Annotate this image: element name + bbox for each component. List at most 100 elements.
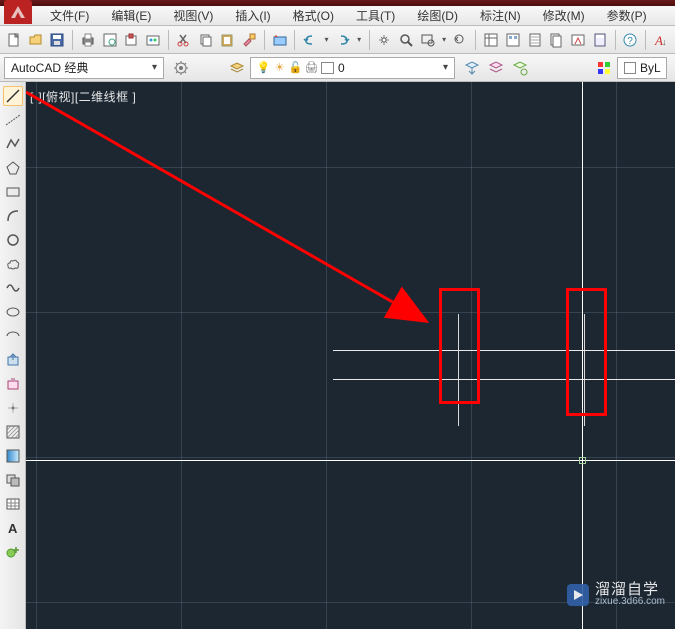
separator: [264, 30, 265, 50]
markup-icon[interactable]: [568, 29, 588, 51]
point-icon[interactable]: [3, 398, 23, 418]
menu-modify[interactable]: 修改(M): [533, 5, 595, 26]
gradient-icon[interactable]: [3, 446, 23, 466]
add-selected-icon[interactable]: [3, 542, 23, 562]
separator: [294, 30, 295, 50]
gridline: [26, 167, 675, 168]
highlight-rect-2: [566, 288, 607, 416]
zoom-realtime-icon[interactable]: [396, 29, 416, 51]
redo-icon[interactable]: [333, 29, 353, 51]
drawing-canvas[interactable]: [-][俯视][二维线框 ]: [26, 82, 675, 629]
workspace: A [-][俯视][二维线框 ]: [0, 82, 675, 629]
gridline: [181, 82, 182, 629]
tool-palettes-icon[interactable]: [525, 29, 545, 51]
circle-icon[interactable]: [3, 230, 23, 250]
menu-draw[interactable]: 绘图(D): [407, 5, 468, 26]
undo-icon[interactable]: [300, 29, 320, 51]
highlight-rect-1: [439, 288, 480, 404]
block-editor-icon[interactable]: [270, 29, 290, 51]
gridline: [36, 82, 37, 629]
sun-icon: ☀: [273, 61, 286, 74]
plot-icon: 🖨: [305, 61, 318, 74]
polyline-icon[interactable]: [3, 134, 23, 154]
menu-format[interactable]: 格式(O): [283, 5, 344, 26]
svg-text:A: A: [8, 521, 18, 536]
svg-text:?: ?: [628, 36, 634, 47]
draw-toolbar: A: [0, 82, 26, 629]
new-icon[interactable]: [4, 29, 24, 51]
text-style-icon[interactable]: A↓: [651, 29, 671, 51]
redo-dropdown-icon[interactable]: ▾: [355, 29, 364, 51]
layer-state-icons: 💡 ☀ 🔓 🖨: [257, 61, 338, 74]
color-value: ByL: [640, 61, 664, 75]
construction-line-icon[interactable]: [3, 110, 23, 130]
pick-box: [579, 457, 586, 464]
mtext-icon[interactable]: A: [3, 518, 23, 538]
design-center-icon[interactable]: [503, 29, 523, 51]
workspace-selector[interactable]: AutoCAD 经典 ▾: [4, 57, 164, 79]
menu-insert[interactable]: 插入(I): [225, 5, 280, 26]
table-icon[interactable]: [3, 494, 23, 514]
publish-icon[interactable]: [122, 29, 142, 51]
spline-icon[interactable]: [3, 278, 23, 298]
menu-edit[interactable]: 编辑(E): [101, 5, 161, 26]
zoom-dropdown-icon[interactable]: ▾: [440, 29, 449, 51]
hatch-icon[interactable]: [3, 422, 23, 442]
menubar: 文件(F) 编辑(E) 视图(V) 插入(I) 格式(O) 工具(T) 绘图(D…: [0, 6, 675, 26]
workspace-settings-icon[interactable]: [170, 57, 192, 79]
revision-cloud-icon[interactable]: [3, 254, 23, 274]
sheet-set-icon[interactable]: [546, 29, 566, 51]
open-icon[interactable]: [26, 29, 46, 51]
menu-file[interactable]: 文件(F): [40, 5, 99, 26]
properties-icon[interactable]: [481, 29, 501, 51]
menu-view[interactable]: 视图(V): [163, 5, 223, 26]
layer-manager-icon[interactable]: [226, 57, 248, 79]
match-props-icon[interactable]: [239, 29, 259, 51]
region-icon[interactable]: [3, 470, 23, 490]
separator: [168, 30, 169, 50]
workspace-value: AutoCAD 经典: [11, 59, 147, 76]
menu-parametric[interactable]: 参数(P): [597, 5, 657, 26]
gridline: [616, 82, 617, 629]
layer-selector[interactable]: 💡 ☀ 🔓 🖨 0 ▾: [250, 57, 455, 79]
layer-previous-icon[interactable]: [461, 57, 483, 79]
zoom-previous-icon[interactable]: [451, 29, 471, 51]
paste-icon[interactable]: [217, 29, 237, 51]
pan-icon[interactable]: [374, 29, 394, 51]
separator: [645, 30, 646, 50]
insert-block-icon[interactable]: [3, 350, 23, 370]
save-icon[interactable]: [47, 29, 67, 51]
copy-icon[interactable]: [196, 29, 216, 51]
ellipse-arc-icon[interactable]: [3, 326, 23, 346]
help-icon[interactable]: ?: [620, 29, 640, 51]
viewport-label[interactable]: [-][俯视][二维线框 ]: [30, 88, 136, 105]
zoom-window-icon[interactable]: [418, 29, 438, 51]
layer-name: 0: [338, 61, 438, 75]
layer-iso-icon[interactable]: [509, 57, 531, 79]
dropdown-arrow-icon: ▾: [438, 59, 452, 77]
polygon-icon[interactable]: [3, 158, 23, 178]
print-preview-icon[interactable]: [100, 29, 120, 51]
dropdown-arrow-icon: ▾: [147, 59, 161, 77]
plot-style-icon[interactable]: [143, 29, 163, 51]
layer-color-swatch: [321, 62, 334, 74]
color-control-icon[interactable]: [593, 57, 615, 79]
menu-tools[interactable]: 工具(T): [346, 5, 405, 26]
menu-dimension[interactable]: 标注(N): [470, 5, 531, 26]
watermark-url: zixue.3d66.com: [595, 597, 665, 607]
line-tool-icon[interactable]: [3, 86, 23, 106]
ellipse-icon[interactable]: [3, 302, 23, 322]
cut-icon[interactable]: [174, 29, 194, 51]
color-swatch: [624, 62, 636, 74]
crosshair-h: [26, 460, 675, 461]
color-selector[interactable]: ByL: [617, 57, 667, 79]
layer-states-icon[interactable]: [485, 57, 507, 79]
gridline: [326, 82, 327, 629]
quickcalc-icon[interactable]: [590, 29, 610, 51]
make-block-icon[interactable]: [3, 374, 23, 394]
undo-dropdown-icon[interactable]: ▾: [322, 29, 331, 51]
print-icon[interactable]: [78, 29, 98, 51]
rectangle-icon[interactable]: [3, 182, 23, 202]
watermark: 溜溜自学 zixue.3d66.com: [567, 582, 665, 607]
arc-icon[interactable]: [3, 206, 23, 226]
